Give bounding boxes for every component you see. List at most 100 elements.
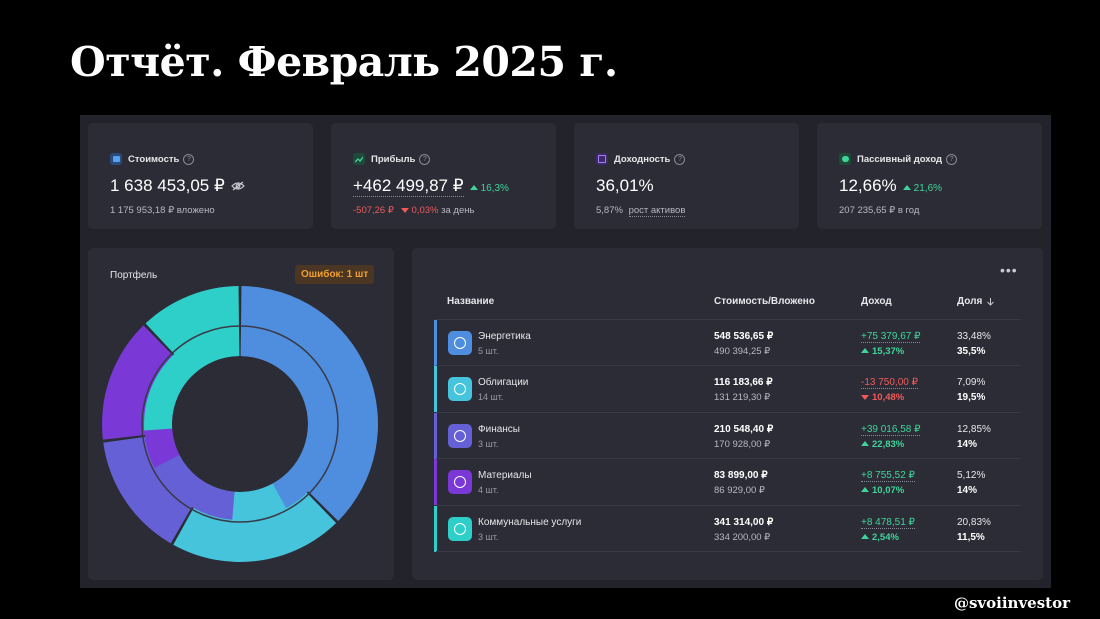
row-share: 7,09% (957, 377, 986, 389)
stat-day-pct: 0,03% (411, 205, 439, 216)
stat-label: Стоимость (128, 153, 180, 165)
arrow-up-icon (861, 533, 869, 539)
row-invested: 334 200,00 ₽ (714, 531, 771, 543)
arrow-down-icon (400, 208, 409, 213)
table-row[interactable]: Энергетика 5 шт. 548 536,65 ₽ 490 394,25 ₽ +… (434, 319, 1020, 366)
column-header-share[interactable]: Доля (957, 296, 995, 307)
table-row[interactable]: Коммунальные услуги 3 шт. 341 314,00 ₽ 334 … (434, 504, 1020, 552)
row-name[interactable]: Облигации (478, 377, 528, 388)
row-income-pct: 10,48% (861, 392, 904, 403)
sector-icon (448, 331, 472, 355)
column-header-share-label: Доля (957, 296, 983, 307)
app-window: Стоимость ? 1 638 453,05 ₽ 1 175 953,18 … (80, 115, 1051, 588)
row-share-target: 19,5% (957, 392, 986, 404)
help-icon[interactable]: ? (946, 153, 958, 165)
sector-icon (448, 377, 472, 402)
row-income-pct-value: 22,83% (872, 438, 905, 450)
row-income-pct-value: 15,37% (872, 346, 905, 357)
eye-off-icon[interactable] (230, 181, 245, 191)
arrow-up-icon (861, 348, 869, 353)
stat-value: 1 638 453,05 ₽ (110, 176, 225, 195)
row-cost: 116 183,66 ₽ (714, 377, 773, 389)
row-income-pct: 2,54% (861, 532, 899, 543)
row-cost: 341 314,00 ₽ (714, 516, 774, 528)
slide-title: Отчёт. Февраль 2025 г. (70, 38, 618, 86)
stat-label: Пассивный доход (857, 153, 943, 165)
row-name[interactable]: Энергетика (478, 331, 531, 342)
help-icon[interactable]: ? (674, 153, 686, 165)
sector-icon (448, 423, 472, 448)
arrow-up-icon (861, 487, 869, 493)
arrow-down-icon (861, 395, 869, 401)
sort-arrow-down-icon (987, 298, 995, 306)
row-income-pct-value: 10,07% (872, 485, 905, 497)
sectors-table-card: ••• Название Стоимость/Вложено Доход Дол… (412, 248, 1043, 580)
row-income[interactable]: -13 750,00 ₽ (861, 377, 918, 390)
stat-growth-label[interactable]: рост активов (628, 205, 686, 217)
row-invested: 170 928,00 ₽ (714, 438, 771, 450)
arrow-up-icon (861, 440, 869, 446)
row-count: 5 шт. (478, 346, 499, 356)
piggy-bank-icon (839, 153, 851, 165)
row-name[interactable]: Материалы (478, 470, 532, 481)
row-income[interactable]: +8 478,51 ₽ (861, 517, 915, 529)
stat-value: 12,66% (839, 176, 897, 195)
stat-card-yield: Доходность ? 36,01% 5,87% рост активов (574, 123, 799, 229)
chart-icon (353, 153, 365, 165)
stat-growth-value: 5,87% (596, 205, 623, 216)
row-invested: 490 394,25 ₽ (714, 346, 771, 357)
row-count: 4 шт. (478, 485, 499, 496)
column-header-name[interactable]: Название (447, 296, 494, 307)
row-color-bar (434, 320, 437, 366)
row-share-target: 14% (957, 438, 978, 450)
row-income-pct: 10,07% (861, 485, 904, 496)
table-row[interactable]: Материалы 4 шт. 83 899,00 ₽ 86 929,00 ₽ +8 7… (434, 458, 1020, 506)
row-income[interactable]: +75 379,67 ₽ (861, 331, 921, 343)
row-cost: 210 548,40 ₽ (714, 423, 774, 435)
row-income[interactable]: +39 016,58 ₽ (861, 424, 921, 436)
row-share: 12,85% (957, 423, 991, 435)
row-invested: 131 219,30 ₽ (714, 392, 771, 404)
stat-day-suffix: за день (441, 205, 475, 216)
row-count: 14 шт. (478, 392, 504, 403)
row-share: 5,12% (957, 470, 986, 482)
table-row[interactable]: Облигации 14 шт. 116 183,66 ₽ 131 219,30 ₽ -… (434, 365, 1020, 413)
row-count: 3 шт. (478, 438, 499, 449)
help-icon[interactable]: ? (183, 153, 195, 165)
wallet-icon (110, 153, 122, 165)
portfolio-donut-chart (102, 286, 378, 562)
row-share-target: 14% (957, 485, 978, 497)
row-share: 20,83% (957, 516, 991, 528)
sector-icon (448, 470, 472, 495)
stat-delta: 16,3% (480, 183, 509, 194)
table-bottom-divider (436, 551, 1020, 552)
row-income-pct-value: 10,48% (872, 392, 905, 404)
column-header-income[interactable]: Доход (861, 296, 892, 307)
row-color-bar (434, 505, 437, 552)
row-cost: 548 536,65 ₽ (714, 331, 774, 342)
stat-day-value: -507,26 ₽ (353, 205, 394, 216)
table-row[interactable]: Финансы 3 шт. 210 548,40 ₽ 170 928,00 ₽ +39 … (434, 411, 1020, 459)
stat-value: 36,01% (596, 176, 654, 195)
row-income-pct-value: 2,54% (872, 531, 899, 543)
stat-delta: 21,6% (913, 183, 943, 194)
row-income-pct: 15,37% (861, 346, 904, 357)
row-income[interactable]: +8 755,52 ₽ (861, 470, 915, 483)
stat-card-profit: Прибыль ? +462 499,87 ₽ 16,3% -507,26 ₽ … (331, 123, 556, 229)
help-icon[interactable]: ? (419, 153, 431, 165)
stat-card-passive: Пассивный доход ? 12,66% 21,6% 207 235,6… (817, 123, 1042, 229)
row-name[interactable]: Коммунальные услуги (478, 517, 581, 528)
row-cost: 83 899,00 ₽ (714, 470, 768, 482)
more-options-icon[interactable]: ••• (1000, 262, 1018, 278)
stat-value: +462 499,87 ₽ (353, 176, 464, 197)
row-share-target: 11,5% (957, 531, 985, 543)
arrow-up-icon (902, 185, 911, 190)
row-name[interactable]: Финансы (478, 424, 520, 435)
stat-label: Доходность (614, 153, 671, 165)
row-share-target: 35,5% (957, 346, 986, 357)
calendar-icon (596, 153, 608, 165)
column-header-cost[interactable]: Стоимость/Вложено (714, 296, 815, 307)
row-invested: 86 929,00 ₽ (714, 485, 765, 497)
watermark: @svoiinvestor (953, 594, 1070, 612)
portfolio-card: Портфель Ошибок: 1 шт (88, 248, 394, 580)
